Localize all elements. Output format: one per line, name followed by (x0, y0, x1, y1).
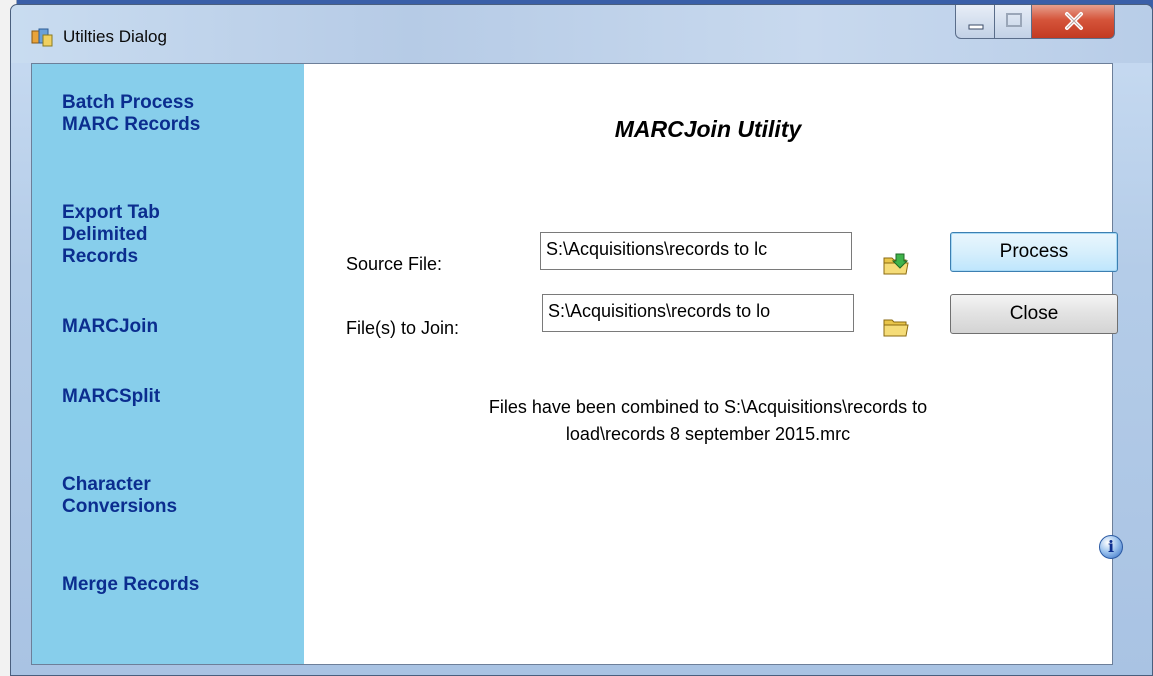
process-button[interactable]: Process (950, 232, 1118, 272)
close-window-button[interactable] (1031, 5, 1115, 39)
source-file-label: Source File: (346, 254, 443, 274)
join-files-label: File(s) to Join: (346, 318, 460, 338)
main-panel: MARCJoin Utility Source File: S:\Acquisi… (304, 64, 1123, 664)
maximize-button[interactable] (994, 5, 1032, 39)
info-icon[interactable]: i (1099, 535, 1123, 559)
status-line-2: load\records 8 september 2015.mrc (565, 424, 851, 444)
sidebar-item-character-conversions[interactable]: Character Conversions (62, 474, 177, 518)
window-title: Utilties Dialog (63, 27, 167, 46)
browse-source-folder-icon[interactable] (882, 252, 910, 276)
sidebar-item-merge-records[interactable]: Merge Records (62, 574, 199, 596)
app-icon (31, 28, 53, 47)
minimize-button[interactable] (955, 5, 995, 39)
utilities-dialog-window: Utilties Dialog Batch Process MARC Recor… (10, 4, 1153, 676)
sidebar-item-marcsplit[interactable]: MARCSplit (62, 386, 160, 408)
minimize-icon (968, 24, 984, 30)
join-files-input[interactable]: S:\Acquisitions\records to lo (542, 294, 854, 332)
close-icon (1065, 12, 1083, 30)
dialog-client-area: Batch Process MARC Records Export Tab De… (31, 63, 1123, 665)
title-bar[interactable]: Utilties Dialog (11, 5, 1152, 63)
page-title: MARCJoin Utility (614, 116, 802, 142)
sidebar-nav: Batch Process MARC Records Export Tab De… (32, 64, 304, 664)
status-line-1: Files have been combined to S:\Acquisiti… (488, 397, 928, 417)
sidebar-item-marcjoin[interactable]: MARCJoin (62, 316, 158, 338)
sidebar-item-export-tab[interactable]: Export Tab Delimited Records (62, 202, 160, 268)
close-button[interactable]: Close (950, 294, 1118, 334)
sidebar-item-batch-process[interactable]: Batch Process MARC Records (62, 92, 200, 136)
browse-join-folder-icon[interactable] (882, 314, 910, 338)
maximize-icon (1006, 13, 1022, 27)
status-message: Files have been combined to S:\Acquisiti… (304, 394, 1112, 448)
source-file-input[interactable]: S:\Acquisitions\records to lc (540, 232, 852, 270)
